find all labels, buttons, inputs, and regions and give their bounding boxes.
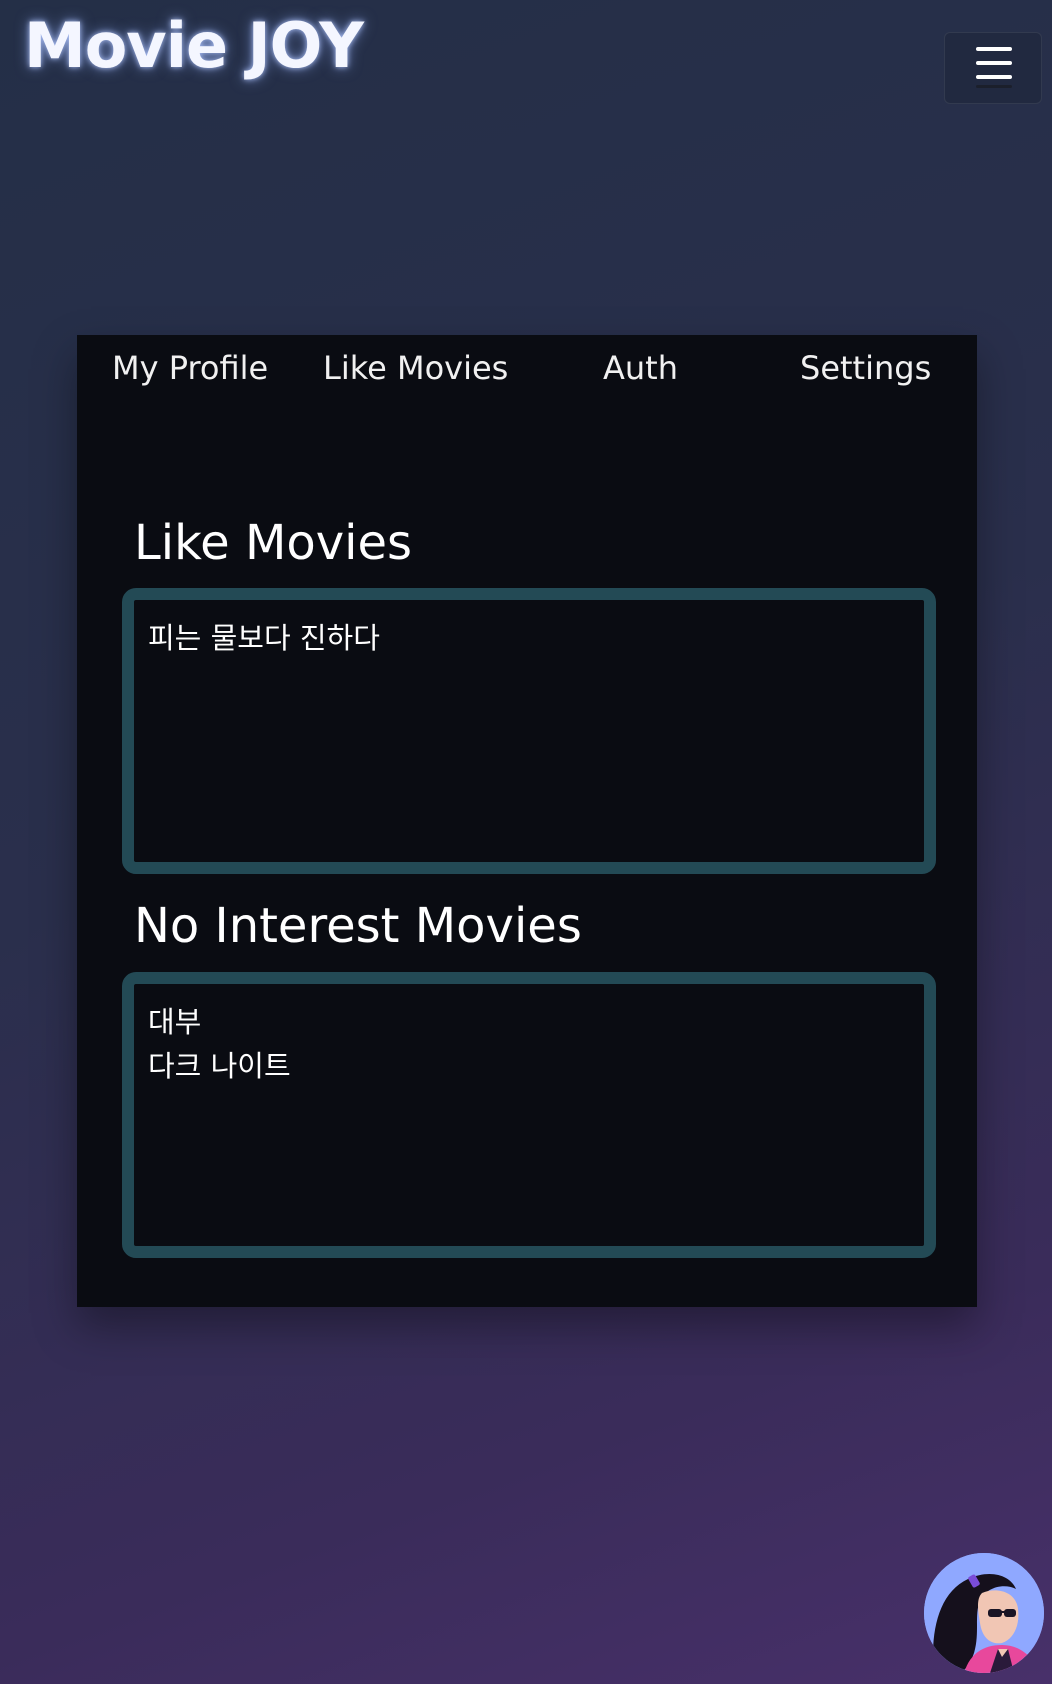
like-movies-heading: Like Movies [134,515,413,571]
no-interest-movies-heading: No Interest Movies [134,898,582,954]
list-item[interactable]: 대부 [148,1000,910,1044]
app-logo[interactable]: Movie JOY [24,11,364,80]
avatar[interactable] [924,1553,1044,1673]
hamburger-menu-icon-bar [976,61,1012,65]
profile-card: My Profile Like Movies Auth Settings Lik… [77,335,977,1307]
hamburger-menu-icon-shadow [976,85,1012,88]
hamburger-menu-button[interactable] [944,32,1042,104]
list-item[interactable]: 다크 나이트 [148,1044,910,1088]
tab-settings[interactable]: Settings [800,349,931,387]
hamburger-menu-icon-bar [976,75,1012,79]
list-item[interactable]: 피는 물보다 진하다 [148,616,910,660]
profile-tabs: My Profile Like Movies Auth Settings [77,335,977,405]
tab-my-profile[interactable]: My Profile [112,349,268,387]
user-avatar-illustration [924,1553,1044,1673]
like-movies-list: 피는 물보다 진하다 [122,588,936,874]
hamburger-menu-icon [976,47,1012,51]
no-interest-movies-list: 대부 다크 나이트 [122,972,936,1258]
tab-like-movies[interactable]: Like Movies [323,349,508,387]
tab-auth[interactable]: Auth [603,349,678,387]
